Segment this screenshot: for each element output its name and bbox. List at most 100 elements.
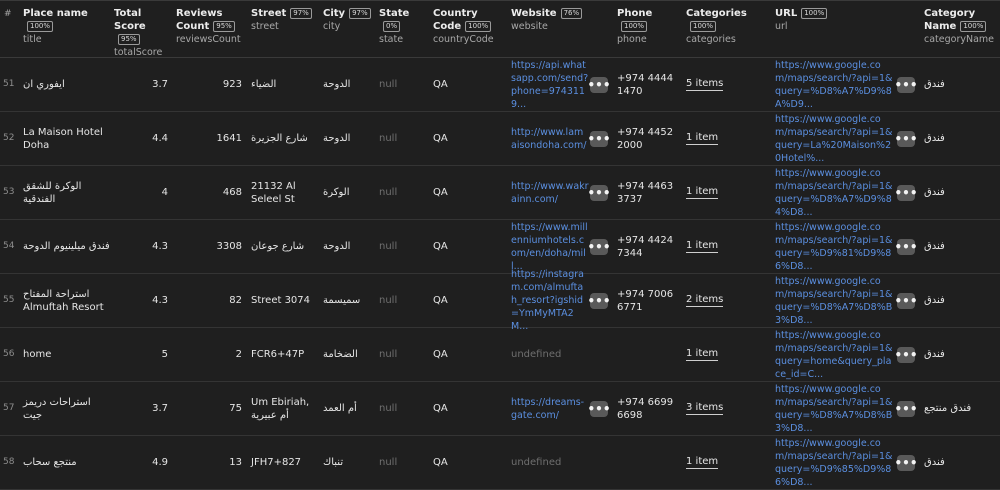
cell-categories[interactable]: 1 item (686, 328, 764, 381)
categories-value: 1 item (686, 132, 719, 145)
column-header-state[interactable]: State 0% state (379, 7, 423, 46)
cell-reviews: 468 (176, 166, 242, 219)
more-options-button[interactable]: ••• (895, 401, 918, 417)
column-header-url[interactable]: URL 100% url (775, 7, 905, 33)
more-options-button[interactable]: ••• (895, 347, 918, 363)
cell-website[interactable]: http://www.lamaisondoha.com/ (511, 112, 589, 165)
reviews-value: 2 (235, 349, 242, 360)
cell-state: null (379, 112, 423, 165)
column-header-city[interactable]: City 97% city (323, 7, 371, 33)
more-options-button[interactable]: ••• (895, 131, 918, 147)
cell-categories[interactable]: 1 item (686, 436, 764, 489)
street-value: FCR6+47P (251, 349, 305, 360)
cell-phone: +974 4444 1470 (617, 58, 675, 111)
cell-street: Um Ebiriah, أم عبيرية (251, 382, 315, 435)
more-options-button[interactable]: ••• (588, 239, 611, 255)
table-row[interactable]: 57 استراحات دريمز جيت 3.7 75 Um Ebiriah, أم … (0, 382, 1000, 436)
column-header-website[interactable]: Website 76% website (511, 7, 611, 33)
cell-country: QA (433, 328, 503, 381)
cell-url[interactable]: https://www.google.com/maps/search/?api=… (775, 220, 893, 273)
reviews-value: 3308 (216, 241, 242, 252)
cell-website[interactable]: https://instagram.com/almuftah_resort?ig… (511, 269, 589, 332)
cell-url[interactable]: https://www.google.com/maps/search/?api=… (775, 328, 893, 381)
more-options-button[interactable]: ••• (588, 131, 611, 147)
column-header-reviewsCount[interactable]: Reviews Count 95% reviewsCount (176, 7, 242, 46)
score-value: 3.7 (152, 79, 168, 90)
column-header-categoryName[interactable]: Category Name 100% categoryName (924, 7, 1000, 46)
phone-value: +974 7006 6771 (617, 288, 674, 313)
more-options-button[interactable]: ••• (895, 239, 918, 255)
table-row[interactable]: 52 La Maison Hotel Doha 4.4 1641 شارع الجزير… (0, 112, 1000, 166)
table-row[interactable]: 54 فندق ميلينيوم الدوحة 4.3 3308 شارع جوعان ا… (0, 220, 1000, 274)
cell-categories[interactable]: 3 items (686, 382, 764, 435)
url-value: https://www.google.com/maps/search/?api=… (775, 437, 893, 488)
fill-rate-badge: 0% (383, 21, 401, 32)
cell-url[interactable]: https://www.google.com/maps/search/?api=… (775, 436, 893, 489)
column-title: State (379, 8, 410, 19)
column-header-countryCode[interactable]: Country Code 100% countryCode (433, 7, 503, 46)
categories-value: 2 items (686, 294, 724, 307)
cell-url[interactable]: https://www.google.com/maps/search/?api=… (775, 58, 893, 111)
category-value: فندق (924, 457, 945, 468)
cell-url[interactable]: https://www.google.com/maps/search/?api=… (775, 166, 893, 219)
more-options-button[interactable]: ••• (895, 293, 918, 309)
column-header-title[interactable]: Place name 100% title (23, 7, 111, 46)
title-value: استراحة المفتاح Almuftah Resort (23, 288, 104, 313)
column-title: Categories (686, 8, 747, 19)
column-header-totalScore[interactable]: Total Score 95% totalScore (114, 7, 170, 59)
table-row[interactable]: 58 منتجع سحاب 4.9 13 JFH7+827 تنباك null QA unde… (0, 436, 1000, 490)
cell-state: null (379, 58, 423, 111)
column-header-phone[interactable]: Phone 100% phone (617, 7, 681, 46)
more-options-button[interactable]: ••• (588, 77, 611, 93)
more-options-button[interactable]: ••• (895, 455, 918, 471)
more-options-button[interactable]: ••• (895, 77, 918, 93)
cell-category: فندق (924, 220, 996, 273)
cell-categories[interactable]: 5 items (686, 58, 764, 111)
cell-city: الضخامة (323, 328, 371, 381)
cell-website: undefined (511, 328, 589, 381)
cell-url[interactable]: https://www.google.com/maps/search/?api=… (775, 274, 893, 327)
column-field-key: reviewsCount (176, 34, 241, 45)
more-options-button[interactable]: ••• (588, 185, 611, 201)
more-options-button[interactable]: ••• (895, 185, 918, 201)
more-options-button[interactable]: ••• (588, 401, 611, 417)
url-value: https://www.google.com/maps/search/?api=… (775, 113, 893, 164)
cell-categories[interactable]: 1 item (686, 112, 764, 165)
reviews-value: 923 (222, 79, 242, 90)
table-row[interactable]: 55 استراحة المفتاح Almuftah Resort 4.3 82 St… (0, 269, 1000, 332)
cell-categories[interactable]: 1 item (686, 220, 764, 273)
title-value: منتجع سحاب (23, 457, 77, 468)
cell-city: أم العمد (323, 382, 371, 435)
cell-website[interactable]: https://api.whatsapp.com/send?phone=9743… (511, 58, 589, 111)
fill-rate-badge: 100% (465, 21, 492, 32)
country-value: QA (433, 133, 448, 144)
state-value: null (379, 241, 398, 252)
cell-website[interactable]: https://dreams-gate.com/ (511, 382, 589, 435)
cell-score: 4.3 (114, 274, 168, 327)
cell-website[interactable]: https://www.millenniumhotels.com/en/doha… (511, 220, 589, 273)
cell-country: QA (433, 274, 503, 327)
cell-url[interactable]: https://www.google.com/maps/search/?api=… (775, 382, 893, 435)
title-value: La Maison Hotel Doha (23, 126, 103, 151)
cell-website[interactable]: http://www.wakrainn.com/ (511, 166, 589, 219)
cell-categories[interactable]: 2 items (686, 274, 764, 327)
table-row[interactable]: 53 الوكرة للشقق الفندقية 4 468 21132 Al Sele… (0, 166, 1000, 220)
city-value: أم العمد (323, 403, 357, 414)
cell-url[interactable]: https://www.google.com/maps/search/?api=… (775, 112, 893, 165)
row-index: 54 (3, 241, 15, 251)
column-header-street[interactable]: Street 97% street (251, 7, 315, 33)
cell-categories[interactable]: 1 item (686, 166, 764, 219)
cell-title: home (23, 328, 111, 381)
url-value: https://www.google.com/maps/search/?api=… (775, 221, 893, 272)
more-options-button[interactable]: ••• (588, 293, 611, 309)
score-value: 5 (161, 349, 168, 360)
cell-category: فندق (924, 166, 996, 219)
cell-country: QA (433, 58, 503, 111)
column-header-categories[interactable]: Categories 100% categories (686, 7, 766, 46)
index-column-header: # (4, 9, 12, 19)
table-row[interactable]: 56 home 5 2 FCR6+47P الضخامة null QA undefined 1 … (0, 328, 1000, 382)
website-value: http://www.lamaisondoha.com/ (511, 126, 587, 151)
table-row[interactable]: 51 ايفوري ان 3.7 923 الضياء الدوحة null QA https… (0, 58, 1000, 112)
website-value: https://api.whatsapp.com/send?phone=9743… (511, 59, 589, 110)
cell-state: null (379, 328, 423, 381)
